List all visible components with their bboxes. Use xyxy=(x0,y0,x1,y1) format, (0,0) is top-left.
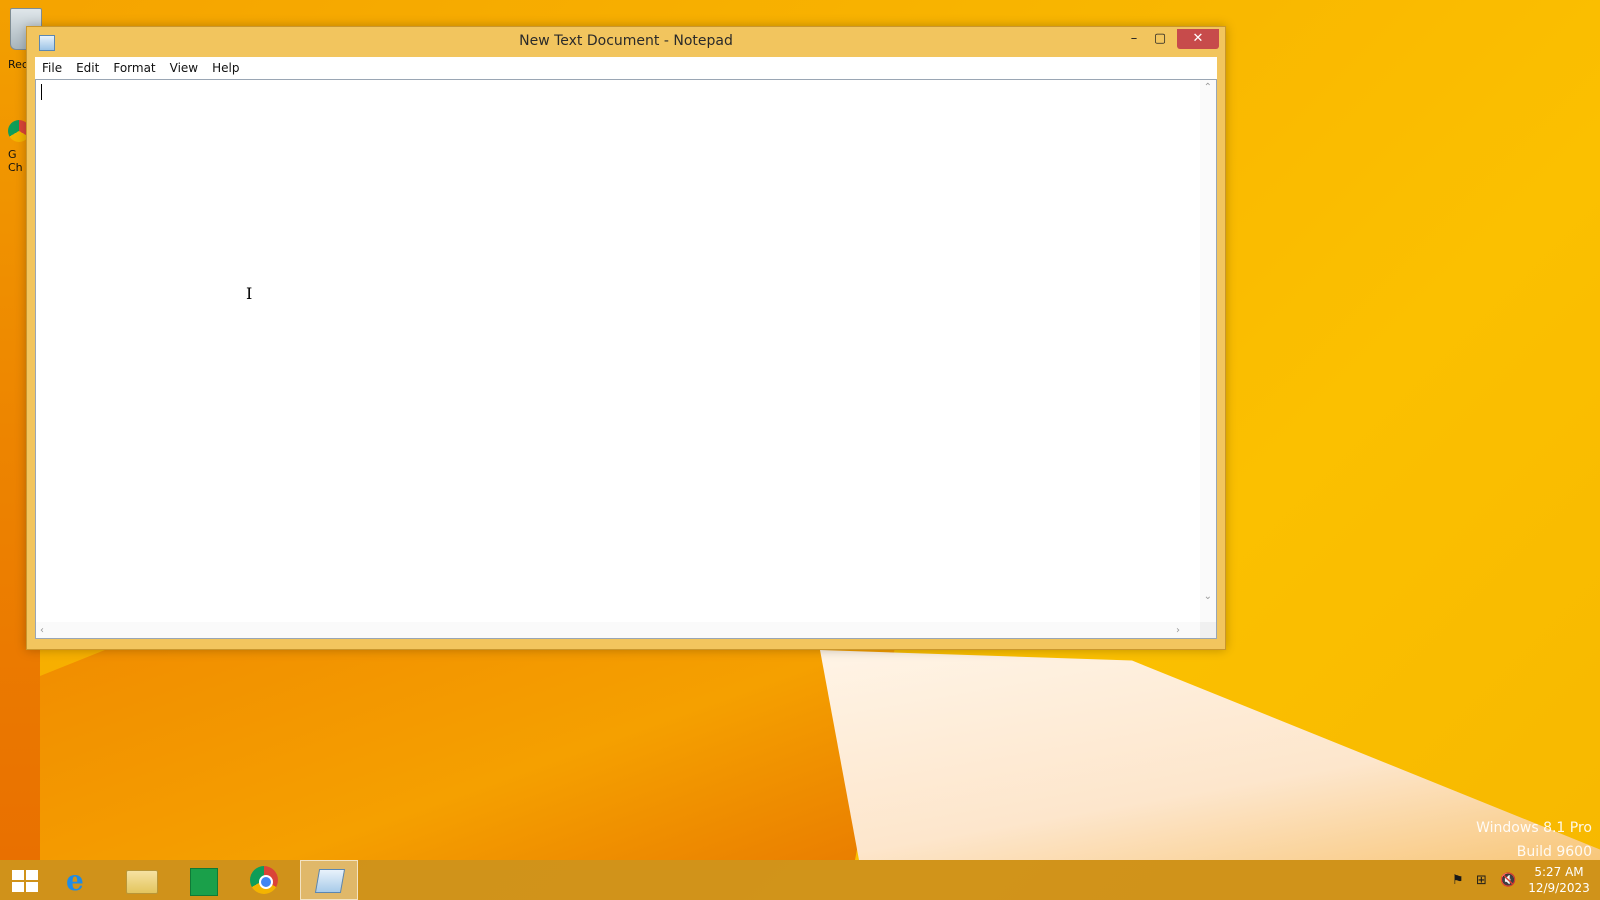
folder-icon xyxy=(126,870,158,894)
notepad-window: New Text Document - Notepad – ▢ ✕ File E… xyxy=(26,26,1226,650)
minimize-button[interactable]: – xyxy=(1121,29,1147,49)
internet-explorer-icon: e xyxy=(66,864,84,897)
scroll-right-icon[interactable]: › xyxy=(1176,625,1180,636)
close-button[interactable]: ✕ xyxy=(1177,29,1219,49)
menu-bar: File Edit Format View Help xyxy=(35,57,1217,80)
window-title: New Text Document - Notepad xyxy=(519,33,733,49)
horizontal-scrollbar[interactable]: ‹ › xyxy=(36,622,1200,638)
chrome-button[interactable] xyxy=(236,860,294,900)
title-bar[interactable]: New Text Document - Notepad – ▢ ✕ xyxy=(27,27,1225,57)
notepad-taskbar-button[interactable] xyxy=(300,860,358,900)
windows-logo-icon xyxy=(12,870,38,892)
menu-edit[interactable]: Edit xyxy=(69,57,106,79)
network-icon[interactable]: ⊞ xyxy=(1476,873,1487,888)
watermark-edition: Windows 8.1 Pro xyxy=(1476,820,1592,836)
ibeam-cursor-icon: I xyxy=(246,284,253,303)
size-grip[interactable] xyxy=(1200,622,1216,638)
scroll-left-icon[interactable]: ‹ xyxy=(40,625,44,636)
menu-format[interactable]: Format xyxy=(106,57,162,79)
clock-time: 5:27 AM xyxy=(1534,865,1584,879)
chrome-core xyxy=(259,875,273,889)
windows-watermark: Windows 8.1 Pro Build 9600 xyxy=(1476,816,1592,864)
taskbar: e ⚑ ⊞ 🔇 5:27 AM 12/9/2023 xyxy=(0,860,1600,900)
system-tray: ⚑ ⊞ 🔇 5:27 AM 12/9/2023 xyxy=(1400,860,1600,900)
menu-file[interactable]: File xyxy=(35,57,69,79)
menu-help[interactable]: Help xyxy=(205,57,246,79)
store-button[interactable] xyxy=(174,860,232,900)
scroll-down-icon[interactable]: ⌄ xyxy=(1204,591,1212,602)
clock-date: 12/9/2023 xyxy=(1528,881,1590,895)
text-caret xyxy=(41,84,42,100)
file-explorer-button[interactable] xyxy=(112,860,170,900)
wallpaper-facet xyxy=(0,620,900,860)
editor-area: I ⌃ ⌄ ‹ › xyxy=(35,79,1217,639)
notepad-icon xyxy=(314,869,346,893)
text-editor[interactable] xyxy=(36,80,1200,622)
store-icon xyxy=(190,868,218,896)
start-button[interactable] xyxy=(0,860,58,900)
volume-muted-icon[interactable]: 🔇 xyxy=(1500,873,1516,888)
internet-explorer-button[interactable]: e xyxy=(52,860,110,900)
clock[interactable]: 5:27 AM 12/9/2023 xyxy=(1524,864,1594,896)
action-center-flag-icon[interactable]: ⚑ xyxy=(1452,873,1464,888)
menu-view[interactable]: View xyxy=(163,57,205,79)
desktop: Rec G Ch New Text Document - Notepad – ▢… xyxy=(0,0,1600,900)
scroll-up-icon[interactable]: ⌃ xyxy=(1204,82,1212,93)
maximize-button[interactable]: ▢ xyxy=(1147,29,1173,49)
vertical-scrollbar[interactable]: ⌃ ⌄ xyxy=(1200,80,1216,622)
